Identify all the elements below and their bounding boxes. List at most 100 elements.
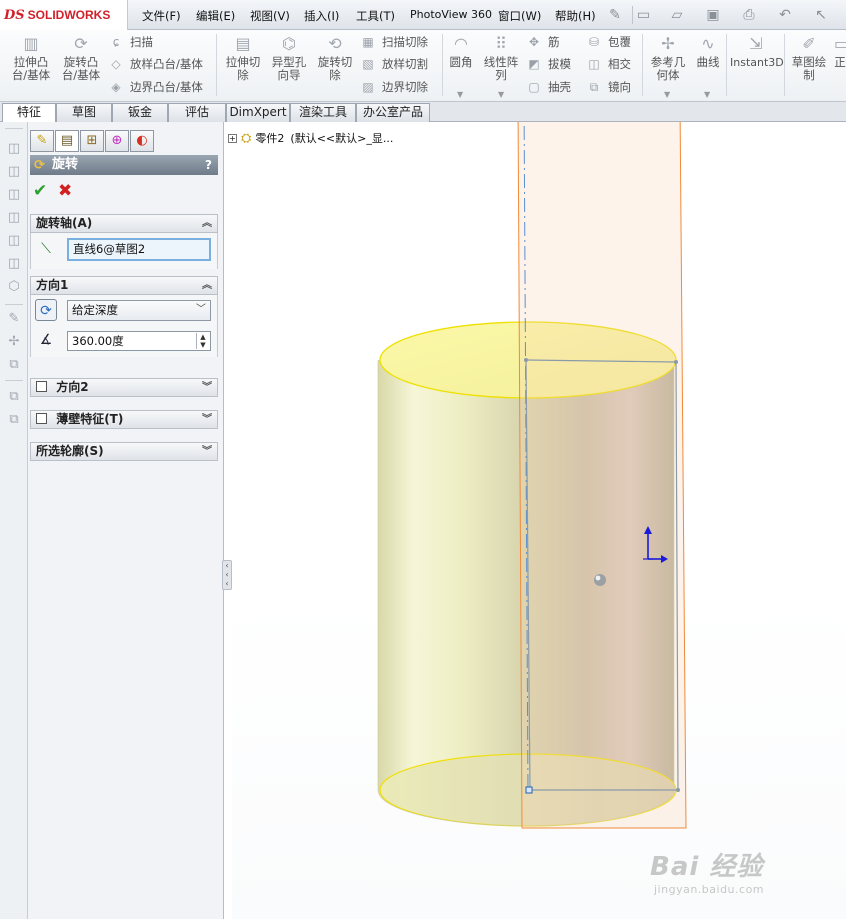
instant3d-button[interactable]: ⇲ Instant3D <box>730 34 784 69</box>
menu-edit[interactable]: 编辑(E) <box>196 8 235 24</box>
expand-tree-icon[interactable]: + <box>228 133 237 143</box>
menu-photoview[interactable]: PhotoView 360 <box>410 8 492 21</box>
pattern-icon[interactable]: ⧉ <box>5 356 23 374</box>
graphics-area[interactable]: Bai 经验 jingyan.baidu.com <box>232 101 846 919</box>
hole-wizard-label: 异型孔向导 <box>271 55 307 82</box>
thin-feature-checkbox[interactable] <box>36 413 47 424</box>
undo-icon[interactable]: ↶ <box>776 6 794 24</box>
shell-button[interactable]: ▢ 抽壳 <box>526 79 571 95</box>
direction2-group-header[interactable]: 方向2 ︾ <box>30 378 218 397</box>
reverse-direction-icon[interactable]: ⟳ <box>35 299 57 321</box>
save-icon[interactable]: ▣ <box>704 6 722 24</box>
ok-button[interactable]: ✔ <box>33 182 47 200</box>
selected-contours-group-header[interactable]: 所选轮廓(S) ︾ <box>30 442 218 461</box>
pattern-dropdown-icon[interactable]: ▼ <box>498 90 504 99</box>
extrude-icon[interactable]: ◫ <box>5 140 23 158</box>
open-file-icon[interactable]: ▱ <box>668 6 686 24</box>
tab-evaluate[interactable]: 评估 <box>168 103 226 122</box>
sweep-cut-button[interactable]: ▦ 扫描切除 <box>360 34 428 50</box>
dimxpert-manager-tab[interactable]: ⊕ <box>105 130 129 152</box>
expand-chevron-icon: ︾ <box>202 382 212 393</box>
sweep-button[interactable]: ɕ 扫描 <box>108 34 153 50</box>
rib-button[interactable]: ✥ 筋 <box>526 34 560 50</box>
select-arrow-icon[interactable]: ↖ <box>812 6 830 24</box>
expand-chevron-icon: ︾ <box>202 446 212 457</box>
fillet-button[interactable]: ◠ 圆角 <box>446 34 476 69</box>
thin-feature-group-header[interactable]: 薄壁特征(T) ︾ <box>30 410 218 429</box>
overflow-icon: ▭ <box>834 34 846 53</box>
linear-pattern-button[interactable]: ⠿ 线性阵列 <box>480 34 522 82</box>
revolve-cut-button[interactable]: ⟲ 旋转切除 <box>314 34 356 82</box>
axis-group-header[interactable]: 旋转轴(A) ︽ <box>30 214 218 233</box>
tab-office-products[interactable]: 办公室产品 <box>356 103 430 122</box>
menu-view[interactable]: 视图(V) <box>250 8 290 24</box>
paste-icon[interactable]: ⧉ <box>5 411 23 429</box>
direction1-group-header[interactable]: 方向1 ︽ <box>30 276 218 295</box>
print-icon[interactable]: ⎙ <box>740 6 758 24</box>
boundary-cut-button[interactable]: ▨ 边界切除 <box>360 79 428 95</box>
tab-sheet-metal[interactable]: 钣金 <box>112 103 168 122</box>
cancel-button[interactable]: ✖ <box>58 182 72 200</box>
end-condition-select[interactable]: 给定深度 ﹀ <box>67 300 211 321</box>
menu-help[interactable]: 帮助(H) <box>555 8 596 24</box>
angle-input[interactable]: 360.00度 ▲ ▼ <box>67 331 211 351</box>
copy-icon[interactable]: ⧉ <box>5 388 23 406</box>
menu-window[interactable]: 窗口(W) <box>498 8 541 24</box>
shell-icon[interactable]: ⬡ <box>5 278 23 296</box>
boundary-boss-icon: ◈ <box>111 80 121 94</box>
overflow-button[interactable]: ▭ 正 <box>834 34 846 69</box>
direction2-checkbox[interactable] <box>36 381 47 392</box>
angle-spinner[interactable]: ▲ ▼ <box>196 333 209 349</box>
collapse-panel-handle[interactable]: ‹ ‹ ‹ <box>222 560 232 590</box>
curves-button[interactable]: ∿ 曲线 <box>692 34 724 69</box>
sketch-origin-point[interactable] <box>525 786 533 794</box>
loft-icon[interactable]: ◫ <box>5 186 23 204</box>
feature-tree-flyout[interactable]: + ⛭ 零件2 (默认<<默认>_显... <box>228 129 393 147</box>
reference-geometry-button[interactable]: ✢ 参考几何体 <box>646 34 690 82</box>
menu-tools[interactable]: 工具(T) <box>356 8 395 24</box>
angle-value: 360.00度 <box>72 334 124 348</box>
pin-icon[interactable]: ✎ <box>606 6 624 24</box>
fillet-dropdown-icon[interactable]: ▼ <box>457 90 463 99</box>
target-icon: ⊕ <box>111 133 123 148</box>
extrude-cut-button[interactable]: ▤ 拉伸切除 <box>222 34 264 82</box>
menu-file[interactable]: 文件(F) <box>142 8 181 24</box>
axis-selection-field[interactable]: 直线6@草图2 <box>67 238 211 261</box>
draft-button[interactable]: ◩ 拔模 <box>526 56 571 72</box>
intersect-button[interactable]: ◫ 相交 <box>586 56 631 72</box>
curves-dropdown-icon[interactable]: ▼ <box>704 90 710 99</box>
new-document-icon[interactable]: ▭ <box>632 6 654 24</box>
property-manager-tab[interactable]: ▤ <box>55 130 79 152</box>
loft-cut-icon[interactable]: ◫ <box>5 255 23 273</box>
configuration-manager-tab[interactable]: ⊞ <box>80 130 104 152</box>
tab-sketch[interactable]: 草图 <box>56 103 112 122</box>
hole-wizard-button[interactable]: ⌬ 异型孔向导 <box>268 34 310 82</box>
revolve-boss-label: 旋转凸台/基体 <box>61 55 101 82</box>
instant3d-label: Instant3D <box>730 56 784 69</box>
reference-geometry-dropdown-icon[interactable]: ▼ <box>664 90 670 99</box>
sweep-cut-label: 扫描切除 <box>382 35 428 49</box>
boundary-boss-button[interactable]: ◈ 边界凸台/基体 <box>108 79 203 95</box>
command-manager-tabs: 特征 草图 钣金 评估 DimXpert 渲染工具 办公室产品 <box>0 102 846 123</box>
feature-manager-tab[interactable]: ✎ <box>30 130 54 152</box>
display-manager-tab[interactable]: ◐ <box>130 130 154 152</box>
tab-dimxpert[interactable]: DimXpert <box>226 103 290 122</box>
curve-icon[interactable]: ✎ <box>5 310 23 328</box>
solidworks-logo[interactable]: DS SOLIDWORKS <box>0 0 128 30</box>
loft-cut-button[interactable]: ▧ 放样切割 <box>360 56 428 72</box>
axis-line-icon: ⟍ <box>41 241 51 257</box>
revolve-boss-button[interactable]: ⟳ 旋转凸台/基体 <box>58 34 104 82</box>
wrap-button[interactable]: ⛁ 包覆 <box>586 34 631 50</box>
revolve-cut-icon[interactable]: ◫ <box>5 232 23 250</box>
tab-features[interactable]: 特征 <box>2 103 56 123</box>
tab-render-tools[interactable]: 渲染工具 <box>290 103 356 122</box>
help-icon[interactable]: ? <box>205 155 212 175</box>
loft-boss-button[interactable]: ◇ 放样凸台/基体 <box>108 56 203 72</box>
extrude-cut-icon[interactable]: ◫ <box>5 209 23 227</box>
revolve-icon[interactable]: ◫ <box>5 163 23 181</box>
extrude-boss-button[interactable]: ▥ 拉伸凸台/基体 <box>8 34 54 82</box>
sketch-button[interactable]: ✐ 草图绘制 <box>788 34 830 82</box>
reference-icon[interactable]: ✢ <box>5 333 23 351</box>
menu-insert[interactable]: 插入(I) <box>304 8 339 24</box>
mirror-button[interactable]: ⧉ 镜向 <box>586 79 631 95</box>
